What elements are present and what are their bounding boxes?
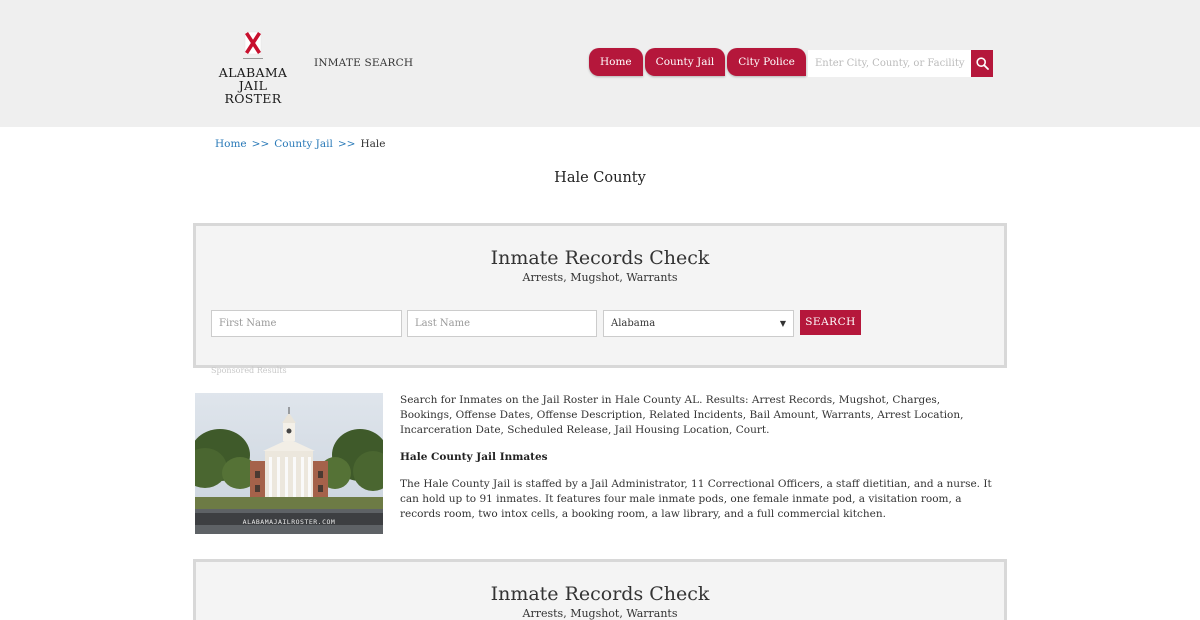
state-select-value: Alabama: [611, 318, 656, 329]
alabama-flag-icon: [243, 31, 263, 59]
breadcrumb-separator: >>: [251, 138, 270, 150]
records-check-subtitle: Arrests, Mugshot, Warrants: [522, 271, 678, 284]
intro-paragraph: Search for Inmates on the Jail Roster in…: [400, 394, 964, 436]
courthouse-illustration: ALABAMAJAILROSTER.COM: [195, 393, 383, 534]
records-check-title: Inmate Records Check: [490, 583, 710, 605]
records-check-form-bottom: Inmate Records Check Arrests, Mugshot, W…: [193, 559, 1007, 620]
records-check-title: Inmate Records Check: [490, 247, 710, 269]
facility-search-input[interactable]: Enter City, County, or Facility: [808, 50, 972, 77]
section-heading: Hale County Jail Inmates: [400, 451, 548, 463]
facility-search-button[interactable]: [971, 50, 993, 77]
breadcrumb-current: Hale: [360, 138, 386, 150]
state-select[interactable]: Alabama ▼: [603, 310, 794, 337]
breadcrumb-separator: >>: [337, 138, 356, 150]
inmate-search-link[interactable]: INMATE SEARCH: [314, 57, 413, 69]
logo-line-2: JAIL ROSTER: [224, 78, 282, 106]
breadcrumb-county-jail[interactable]: County Jail: [274, 138, 333, 150]
nav-home[interactable]: Home: [589, 48, 643, 76]
chevron-down-icon: ▼: [779, 319, 786, 328]
nav-city-police[interactable]: City Police: [727, 48, 806, 76]
breadcrumb-home[interactable]: Home: [215, 138, 247, 150]
body-paragraph: The Hale County Jail is staffed by a Jai…: [400, 478, 992, 520]
content-section: Search for Inmates on the Jail Roster in…: [400, 393, 995, 534]
courthouse-image: ALABAMAJAILROSTER.COM: [195, 393, 383, 534]
records-search-button[interactable]: SEARCH: [800, 310, 861, 335]
nav-county-jail[interactable]: County Jail: [644, 48, 726, 76]
last-name-input[interactable]: Last Name: [407, 310, 597, 337]
site-header: ALABAMA JAIL ROSTER INMATE SEARCH Home C…: [0, 0, 1200, 127]
first-name-input[interactable]: First Name: [211, 310, 402, 337]
main-nav: Home County Jail City Police: [589, 48, 806, 76]
sponsored-label: Sponsored Results: [211, 366, 287, 375]
image-watermark: ALABAMAJAILROSTER.COM: [243, 518, 336, 526]
records-check-form: Inmate Records Check Arrests, Mugshot, W…: [193, 223, 1007, 368]
records-check-subtitle: Arrests, Mugshot, Warrants: [522, 607, 678, 620]
page-title: Hale County: [554, 170, 646, 186]
site-logo[interactable]: ALABAMA JAIL ROSTER: [212, 30, 294, 106]
breadcrumb: Home >> County Jail >> Hale: [215, 138, 385, 150]
search-icon: [975, 57, 989, 70]
